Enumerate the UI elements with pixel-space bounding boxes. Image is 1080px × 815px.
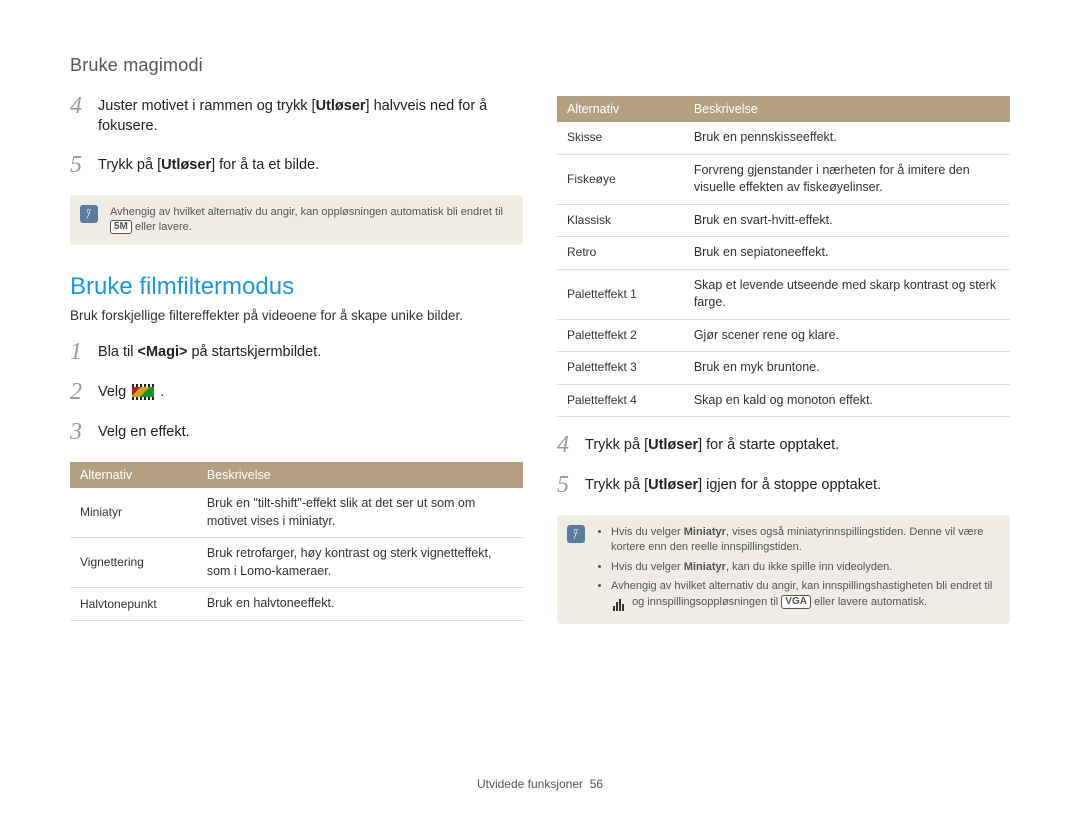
step-number: 1 [70, 340, 88, 364]
note-bullet: Hvis du velger Miniatyr, kan du ikke spi… [611, 560, 996, 575]
col-header: Alternativ [70, 462, 197, 488]
step-number: 5 [557, 473, 575, 497]
header-title: Bruke magimodi [70, 55, 1010, 76]
table-row: SkisseBruk en pennskisseeffekt. [557, 122, 1010, 154]
step-number: 4 [557, 433, 575, 457]
note-text: Avhengig av hvilket alternativ du angir,… [110, 206, 503, 218]
options-table-right: Alternativ Beskrivelse SkisseBruk en pen… [557, 96, 1010, 417]
step-5-capture: 5 Trykk på [Utløser] for å ta et bilde. [70, 155, 523, 177]
step-4-start-recording: 4 Trykk på [Utløser] for å starte opptak… [557, 435, 1010, 457]
equalizer-icon [613, 596, 627, 608]
step-text: Trykk på [Utløser] for å ta et bilde. [98, 155, 319, 177]
step-text: Juster motivet i rammen og trykk [Utløse… [98, 96, 523, 137]
table-row: MiniatyrBruk en "tilt-shift"-effekt slik… [70, 488, 523, 538]
table-row: FiskeøyeForvreng gjenstander i nærheten … [557, 154, 1010, 204]
step-1-navigate: 1 Bla til <Magi> på startskjermbildet. [70, 342, 523, 364]
step-text: Trykk på [Utløser] igjen for å stoppe op… [585, 475, 881, 497]
film-filter-icon [132, 385, 154, 399]
col-header: Beskrivelse [684, 96, 1010, 122]
note-bullet: Hvis du velger Miniatyr, vises også mini… [611, 525, 996, 556]
step-text: Bla til <Magi> på startskjermbildet. [98, 342, 321, 364]
table-row: HalvtonepunktBruk en halvtoneeffekt. [70, 588, 523, 621]
section-heading: Bruke filmfiltermodus [70, 273, 523, 301]
step-number: 5 [70, 153, 88, 177]
right-column: Alternativ Beskrivelse SkisseBruk en pen… [557, 96, 1010, 642]
step-5-stop-recording: 5 Trykk på [Utløser] igjen for å stoppe … [557, 475, 1010, 497]
table-row: RetroBruk en sepiatoneeffekt. [557, 237, 1010, 270]
page: Bruke magimodi 4 Juster motivet i rammen… [0, 0, 1080, 815]
step-number: 4 [70, 94, 88, 137]
step-4-focus: 4 Juster motivet i rammen og trykk [Utlø… [70, 96, 523, 137]
info-note: Avhengig av hvilket alternativ du angir,… [70, 195, 523, 246]
footer-label: Utvidede funksjoner [477, 777, 583, 791]
info-note: Hvis du velger Miniatyr, vises også mini… [557, 515, 1010, 624]
note-text: eller lavere. [135, 221, 192, 233]
resolution-icon: 5M [110, 220, 132, 234]
step-text: Trykk på [Utløser] for å starte opptaket… [585, 435, 839, 457]
page-footer: Utvidede funksjoner 56 [0, 777, 1080, 791]
table-row: VignetteringBruk retrofarger, høy kontra… [70, 538, 523, 588]
table-row: KlassiskBruk en svart-hvitt-effekt. [557, 204, 1010, 237]
col-header: Alternativ [557, 96, 684, 122]
vga-icon: VGA [781, 595, 811, 609]
table-row: Paletteffekt 3Bruk en myk bruntone. [557, 352, 1010, 385]
section-subheading: Bruk forskjellige filtereffekter på vide… [70, 307, 523, 326]
step-text: Velg en effekt. [98, 422, 190, 444]
options-table-left: Alternativ Beskrivelse MiniatyrBruk en "… [70, 462, 523, 621]
table-row: Paletteffekt 2Gjør scener rene og klare. [557, 319, 1010, 352]
table-row: Paletteffekt 4Skap en kald og monoton ef… [557, 384, 1010, 417]
step-number: 2 [70, 380, 88, 404]
info-icon [80, 205, 98, 223]
step-3-select-effect: 3 Velg en effekt. [70, 422, 523, 444]
step-text: Velg . [98, 382, 164, 404]
step-number: 3 [70, 420, 88, 444]
page-number: 56 [590, 777, 603, 791]
step-2-select-icon: 2 Velg . [70, 382, 523, 404]
note-bullet: Avhengig av hvilket alternativ du angir,… [611, 579, 996, 610]
info-icon [567, 525, 585, 543]
table-row: Paletteffekt 1Skap et levende utseende m… [557, 269, 1010, 319]
col-header: Beskrivelse [197, 462, 523, 488]
two-column-layout: 4 Juster motivet i rammen og trykk [Utlø… [70, 96, 1010, 642]
left-column: 4 Juster motivet i rammen og trykk [Utlø… [70, 96, 523, 642]
